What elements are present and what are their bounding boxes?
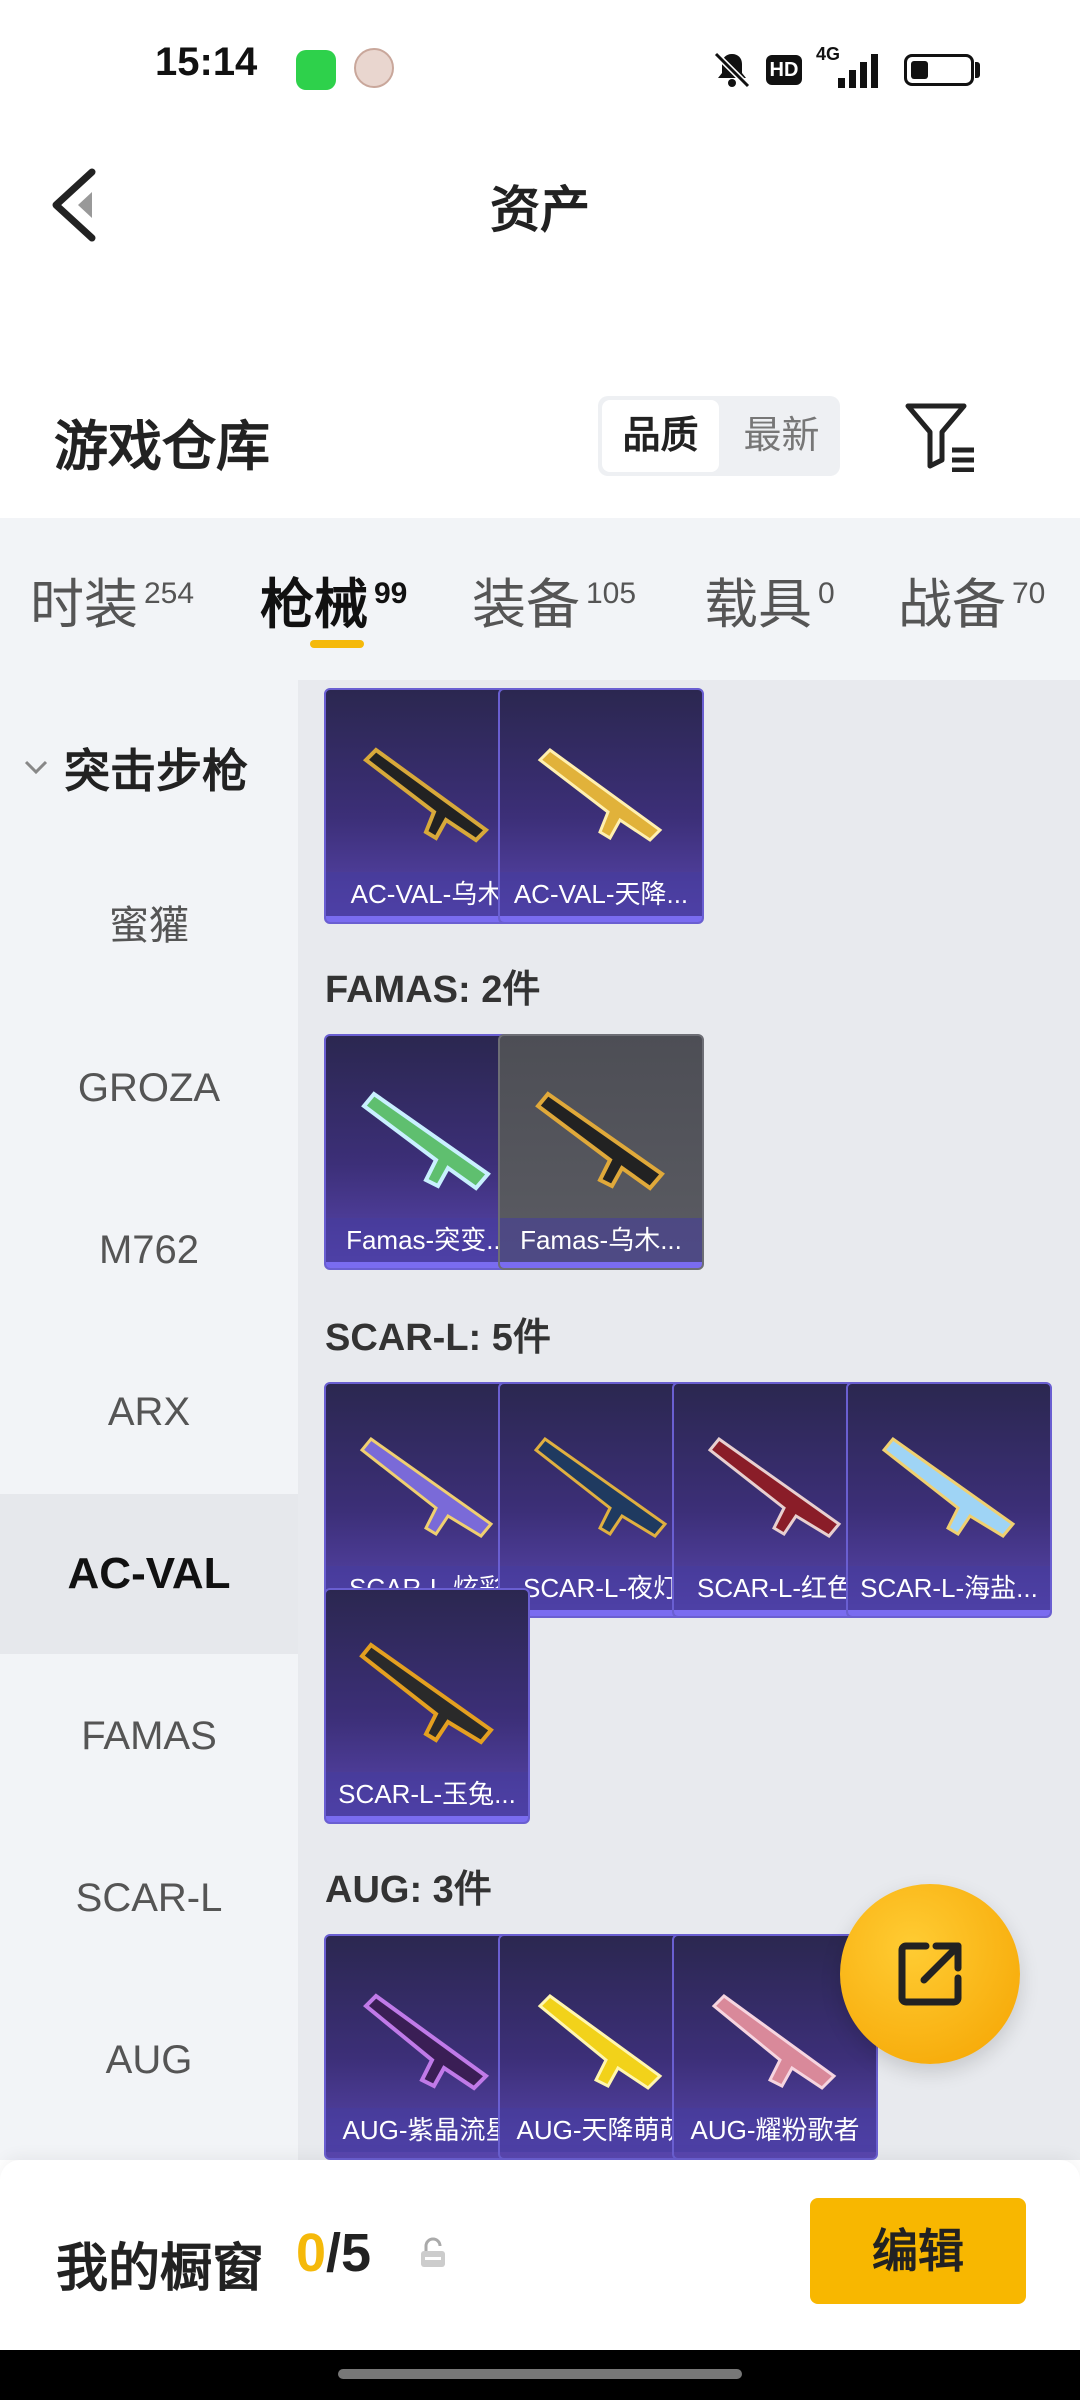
showcase-count: 0/5 xyxy=(296,2223,372,2283)
notification-avatar-icon xyxy=(354,48,394,88)
battery-icon xyxy=(904,54,974,86)
page-title: 资产 xyxy=(490,182,590,238)
rifle-icon xyxy=(537,1994,663,2090)
rifle-icon xyxy=(361,1091,491,1191)
bell-off-icon xyxy=(713,51,751,89)
home-indicator[interactable] xyxy=(338,2369,742,2379)
notification-app-icon xyxy=(296,50,336,90)
rifle-icon xyxy=(533,1436,668,1538)
filter-button[interactable] xyxy=(902,400,982,472)
hd-badge: HD xyxy=(766,55,802,85)
edit-button[interactable]: 编辑 xyxy=(810,2198,1026,2304)
skin-card[interactable]: AC-VAL-天降... xyxy=(498,688,704,924)
warehouse-title: 游戏仓库 xyxy=(54,417,270,477)
rifle-icon xyxy=(363,1993,490,2091)
tab-fashion[interactable]: 时装 254 xyxy=(30,560,194,639)
section-label-scar-l: SCAR-L: 5件 xyxy=(325,1317,551,1359)
status-time: 15:14 xyxy=(155,40,258,84)
battery-level xyxy=(911,61,928,79)
section-label-famas: FAMAS: 2件 xyxy=(325,969,541,1011)
rifle-icon xyxy=(881,1436,1016,1538)
tab-supplies[interactable]: 战备 70 xyxy=(898,560,1045,639)
share-fab[interactable] xyxy=(840,1884,1020,2064)
section-label-aug: AUG: 3件 xyxy=(325,1869,492,1911)
skin-card[interactable]: SCAR-L-海盐... xyxy=(846,1382,1052,1618)
tab-vehicles[interactable]: 载具 0 xyxy=(704,560,835,639)
showcase-label: 我的橱窗 xyxy=(56,2240,265,2298)
rifle-icon xyxy=(537,748,663,842)
sort-newest-option[interactable]: 最新 xyxy=(723,396,840,476)
chevron-down-icon xyxy=(24,760,48,775)
sidebar-item-arx[interactable]: ARX xyxy=(0,1332,298,1492)
lock-icon xyxy=(421,2237,445,2267)
rifle-icon xyxy=(707,1436,842,1538)
sort-toggle: 品质 最新 xyxy=(598,396,840,476)
sidebar-item-famas[interactable]: FAMAS xyxy=(0,1656,298,1816)
sidebar-item-honey-badger[interactable]: 蜜獾 xyxy=(0,846,298,1006)
sidebar-group-assault-rifle[interactable]: 突击步枪 xyxy=(20,735,248,801)
network-type: 4G xyxy=(816,44,841,64)
rifle-icon xyxy=(359,1642,494,1745)
tab-guns[interactable]: 枪械 99 xyxy=(260,560,407,639)
skin-card[interactable]: SCAR-L-玉兔... xyxy=(324,1588,530,1824)
rifle-icon xyxy=(359,1436,494,1538)
sidebar-item-aug[interactable]: AUG xyxy=(0,1980,298,2140)
sidebar-item-groza[interactable]: GROZA xyxy=(0,1008,298,1168)
rifle-icon xyxy=(711,1994,837,2090)
skin-card[interactable]: Famas-乌木... xyxy=(498,1034,704,1270)
signal-icon xyxy=(838,52,888,88)
rifle-icon xyxy=(362,747,490,843)
battery-tip xyxy=(975,62,980,78)
sidebar-item-scar-l[interactable]: SCAR-L xyxy=(0,1818,298,1978)
sort-quality-option[interactable]: 品质 xyxy=(602,400,719,472)
share-icon xyxy=(898,1942,962,2006)
sidebar-item-m762[interactable]: M762 xyxy=(0,1170,298,1330)
tab-equipment[interactable]: 装备 105 xyxy=(472,560,636,639)
active-tab-indicator xyxy=(310,640,364,648)
rifle-icon xyxy=(535,1091,665,1191)
sidebar-item-ac-val[interactable]: AC-VAL xyxy=(0,1494,298,1654)
